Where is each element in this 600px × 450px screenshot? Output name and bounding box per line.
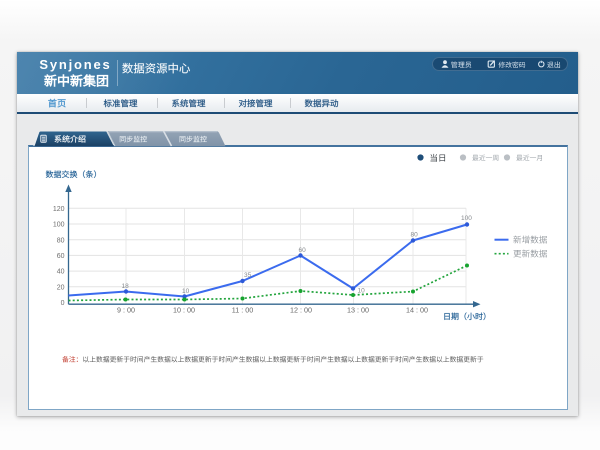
svg-text:9 : 00: 9 : 00 [117,305,135,314]
svg-text:100: 100 [53,222,65,229]
svg-text:13 : 00: 13 : 00 [347,305,369,314]
svg-text:60: 60 [299,247,307,254]
svg-text:14 : 00: 14 : 00 [406,305,428,314]
svg-text:80: 80 [57,237,65,244]
svg-text:100: 100 [461,215,472,222]
svg-text:120: 120 [53,206,65,213]
svg-text:10: 10 [358,288,366,295]
svg-text:0: 0 [61,300,65,307]
svg-text:10 : 00: 10 : 00 [173,305,195,314]
svg-text:80: 80 [411,232,419,239]
svg-text:11 : 00: 11 : 00 [232,305,253,314]
svg-text:60: 60 [57,253,65,260]
svg-text:35: 35 [244,272,252,279]
svg-text:18: 18 [122,283,130,290]
svg-text:10: 10 [182,288,190,295]
svg-text:40: 40 [57,269,65,276]
svg-text:20: 20 [57,284,65,291]
svg-text:12 : 00: 12 : 00 [290,305,312,314]
